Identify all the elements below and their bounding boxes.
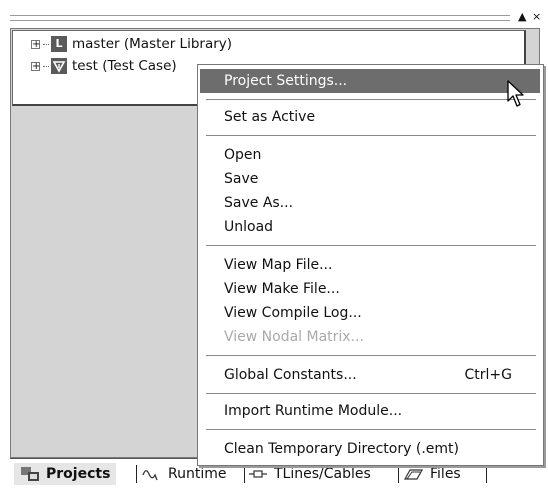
mouse-pointer-icon: [507, 80, 524, 107]
menu-item-clean-temporary-directory[interactable]: Clean Temporary Directory (.emt): [200, 437, 540, 461]
projects-icon: [21, 467, 39, 481]
tab-label: TLines/Cables: [274, 466, 371, 482]
tab-tlines-cables[interactable]: TLines/Cables: [248, 463, 371, 485]
tree-item-label: test (Test Case): [72, 58, 177, 74]
context-menu: Project Settings... Set as Active Open S…: [197, 64, 544, 466]
title-grip[interactable]: [10, 15, 510, 21]
tree-connector: [43, 65, 49, 67]
panel-title-bar: ▲ ×: [10, 10, 541, 24]
files-icon: [404, 469, 424, 480]
menu-separator: [206, 355, 536, 356]
tab-label: Runtime: [168, 466, 227, 482]
tab-divider: [398, 465, 399, 483]
menu-separator: [206, 245, 536, 246]
tab-label: Files: [430, 466, 461, 482]
tab-projects[interactable]: Projects: [14, 463, 117, 485]
menu-item-global-constants[interactable]: Global Constants... Ctrl+G: [200, 363, 540, 387]
menu-separator: [206, 393, 536, 394]
tab-label: Projects: [46, 466, 111, 482]
tree-item-master[interactable]: + L master (Master Library): [31, 35, 232, 53]
menu-item-view-make-file[interactable]: View Make File...: [200, 277, 540, 301]
menu-item-project-settings[interactable]: Project Settings...: [200, 69, 540, 93]
menu-item-view-compile-log[interactable]: View Compile Log...: [200, 301, 540, 325]
menu-item-view-nodal-matrix: View Nodal Matrix...: [224, 329, 364, 345]
menu-item-label: Global Constants...: [224, 367, 357, 383]
expand-icon[interactable]: +: [31, 61, 40, 71]
tab-divider: [136, 465, 137, 483]
menu-item-import-runtime-module[interactable]: Import Runtime Module...: [200, 399, 540, 423]
menu-separator: [206, 429, 536, 430]
tree-item-label: master (Master Library): [72, 36, 233, 52]
tree-connector: [43, 43, 49, 45]
library-icon: L: [51, 36, 67, 52]
runtime-wave-icon: [142, 470, 158, 481]
menu-separator: [206, 135, 536, 136]
close-button[interactable]: ×: [532, 10, 541, 24]
expand-icon[interactable]: +: [31, 39, 40, 49]
test-case-icon: [51, 58, 67, 74]
dock-button[interactable]: ▲: [518, 10, 526, 24]
menu-item-open[interactable]: Open: [200, 143, 540, 167]
menu-item-save[interactable]: Save: [200, 167, 540, 191]
tab-divider: [486, 465, 487, 483]
menu-item-view-map-file[interactable]: View Map File...: [200, 253, 540, 277]
tab-runtime[interactable]: Runtime: [142, 463, 226, 485]
tree-item-test[interactable]: + test (Test Case): [31, 57, 177, 75]
menu-item-unload[interactable]: Unload: [200, 215, 540, 239]
menu-item-save-as[interactable]: Save As...: [200, 191, 540, 215]
tab-divider: [244, 465, 245, 483]
tline-icon: [249, 470, 267, 478]
menu-item-set-as-active[interactable]: Set as Active: [200, 105, 540, 129]
tab-files[interactable]: Files: [404, 463, 461, 485]
menu-separator: [206, 99, 536, 100]
menu-shortcut: Ctrl+G: [464, 367, 513, 383]
